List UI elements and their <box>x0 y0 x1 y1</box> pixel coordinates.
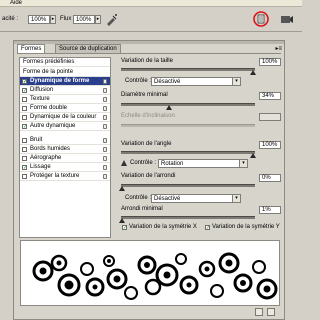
size-jitter-thumb[interactable] <box>250 70 256 75</box>
list-item-dual-brush[interactable]: Forme double <box>20 104 110 113</box>
min-roundness-value[interactable]: 1% <box>259 206 281 214</box>
size-jitter-label: Variation de la taille <box>121 58 173 64</box>
checkbox[interactable] <box>22 115 27 120</box>
warning-icon <box>121 160 127 166</box>
tab-clone-source[interactable]: Source de duplication <box>55 44 121 53</box>
angle-jitter-label: Variation de l'angle <box>121 141 172 147</box>
list-item-noise[interactable]: Bruit <box>20 136 110 145</box>
list-item-brush-tip-shape[interactable]: Forme de la pointe <box>20 68 110 77</box>
checkbox[interactable] <box>22 138 27 143</box>
min-diameter-slider[interactable] <box>121 103 255 106</box>
lock-icon[interactable] <box>103 165 107 170</box>
list-item-texture[interactable]: Texture <box>20 95 110 104</box>
brush-options-list: Formes prédéfinies Forme de la pointe ✓ D… <box>19 57 111 238</box>
list-item-brush-presets[interactable]: Formes prédéfinies <box>20 58 110 67</box>
chevron-down-icon[interactable]: ▾ <box>232 78 240 85</box>
size-jitter-slider[interactable] <box>121 68 255 71</box>
checkbox[interactable]: ✓ <box>22 79 27 85</box>
lock-icon[interactable] <box>103 88 107 93</box>
chevron-down-icon[interactable]: ▾ <box>232 195 240 202</box>
min-roundness-label: Arrondi minimal <box>121 206 163 212</box>
flip-x-label: Variation de la symétrie X <box>129 224 197 230</box>
checkbox[interactable] <box>22 106 27 111</box>
roundness-jitter-label: Variation de l'arrondi <box>121 173 176 179</box>
list-item-wet-edges[interactable]: Bords humides <box>20 145 110 154</box>
control2-label: Contrôle : <box>130 160 157 166</box>
checkbox[interactable] <box>22 147 27 152</box>
opacity-label: acité : <box>2 16 19 22</box>
flip-y-checkbox[interactable]: ✓ <box>205 225 210 231</box>
roundness-jitter-thumb[interactable] <box>119 186 125 191</box>
lock-icon[interactable] <box>103 106 107 111</box>
tilt-scale-label: Echelle d'inclinaison <box>121 113 175 119</box>
brushes-palette-toggle-icon[interactable] <box>253 11 269 27</box>
angle-jitter-slider[interactable] <box>121 151 255 154</box>
menu-help[interactable]: Aide <box>10 0 22 6</box>
brushes-panel: Formes Source de duplication ▸≡ Formes p… <box>13 40 285 320</box>
list-item-shape-dynamics[interactable]: ✓ Dynamique de forme <box>20 77 110 86</box>
checkbox[interactable] <box>22 174 27 179</box>
brush-stroke-preview <box>20 240 280 306</box>
angle-jitter-thumb[interactable] <box>250 153 256 158</box>
tool-preset-icon[interactable] <box>280 13 294 25</box>
flow-input[interactable]: 100% <box>73 15 95 24</box>
flip-y-label: Variation de la symétrie Y <box>212 224 280 230</box>
control1-select[interactable]: Désactivé ▾ <box>151 77 241 86</box>
list-item-other-dynamics[interactable]: ✓ Autre dynamique <box>20 122 110 131</box>
min-roundness-thumb[interactable] <box>119 218 125 223</box>
size-jitter-value[interactable]: 100% <box>259 58 281 66</box>
panel-menu-icon[interactable]: ▸≡ <box>275 45 282 52</box>
menu-bar: Aide <box>0 0 302 7</box>
checkbox[interactable]: ✓ <box>22 124 27 130</box>
checkbox[interactable] <box>22 156 27 161</box>
lock-icon[interactable] <box>103 124 107 129</box>
min-roundness-slider[interactable] <box>121 216 255 219</box>
lock-icon[interactable] <box>103 79 107 84</box>
lock-icon[interactable] <box>103 138 107 143</box>
tilt-scale-slider <box>121 124 255 127</box>
min-diameter-value[interactable]: 34% <box>259 92 281 100</box>
control3-select[interactable]: Désactivé ▾ <box>151 194 241 203</box>
control2-select[interactable]: Rotation ▾ <box>158 159 248 168</box>
new-brush-icon[interactable] <box>255 308 263 316</box>
trash-icon[interactable] <box>267 308 275 316</box>
list-item-airbrush[interactable]: Aérographe <box>20 154 110 163</box>
min-diameter-label: Diamètre minimal <box>121 92 168 98</box>
chevron-down-icon[interactable]: ▾ <box>239 160 247 167</box>
checkbox[interactable]: ✓ <box>22 165 27 171</box>
min-diameter-thumb[interactable] <box>166 105 172 110</box>
list-item-protect-texture[interactable]: Protéger la texture <box>20 172 110 181</box>
checkbox[interactable]: ✓ <box>22 88 27 94</box>
lock-icon[interactable] <box>103 97 107 102</box>
lock-icon[interactable] <box>103 115 107 120</box>
tab-brushes[interactable]: Formes <box>17 44 46 53</box>
angle-jitter-value[interactable]: 100% <box>259 141 281 149</box>
panel-body: Formes prédéfinies Forme de la pointe ✓ D… <box>17 53 281 318</box>
options-bar: acité : 100% ▸ Flux : 100% ▸ <box>0 7 302 32</box>
flip-x-checkbox[interactable]: ✓ <box>122 225 127 231</box>
control3-label: Contrôle : <box>125 195 152 201</box>
opacity-stepper[interactable]: ▸ <box>50 15 56 24</box>
control1-label: Contrôle : <box>125 78 152 84</box>
list-item-smoothing[interactable]: ✓ Lissage <box>20 163 110 172</box>
lock-icon[interactable] <box>103 156 107 161</box>
roundness-jitter-value[interactable]: 0% <box>259 174 281 182</box>
brush-stroke-preview-image <box>32 252 278 300</box>
lock-icon[interactable] <box>103 147 107 152</box>
list-item-color-dynamics[interactable]: Dynamique de la couleur <box>20 113 110 122</box>
tilt-scale-value <box>259 113 281 121</box>
lock-icon[interactable] <box>103 174 107 179</box>
list-item-scattering[interactable]: ✓ Diffusion <box>20 86 110 95</box>
roundness-jitter-slider[interactable] <box>121 184 255 187</box>
airbrush-icon[interactable] <box>105 13 118 26</box>
checkbox[interactable] <box>22 97 27 102</box>
flow-stepper[interactable]: ▸ <box>95 15 101 24</box>
opacity-input[interactable]: 100% <box>28 15 50 24</box>
